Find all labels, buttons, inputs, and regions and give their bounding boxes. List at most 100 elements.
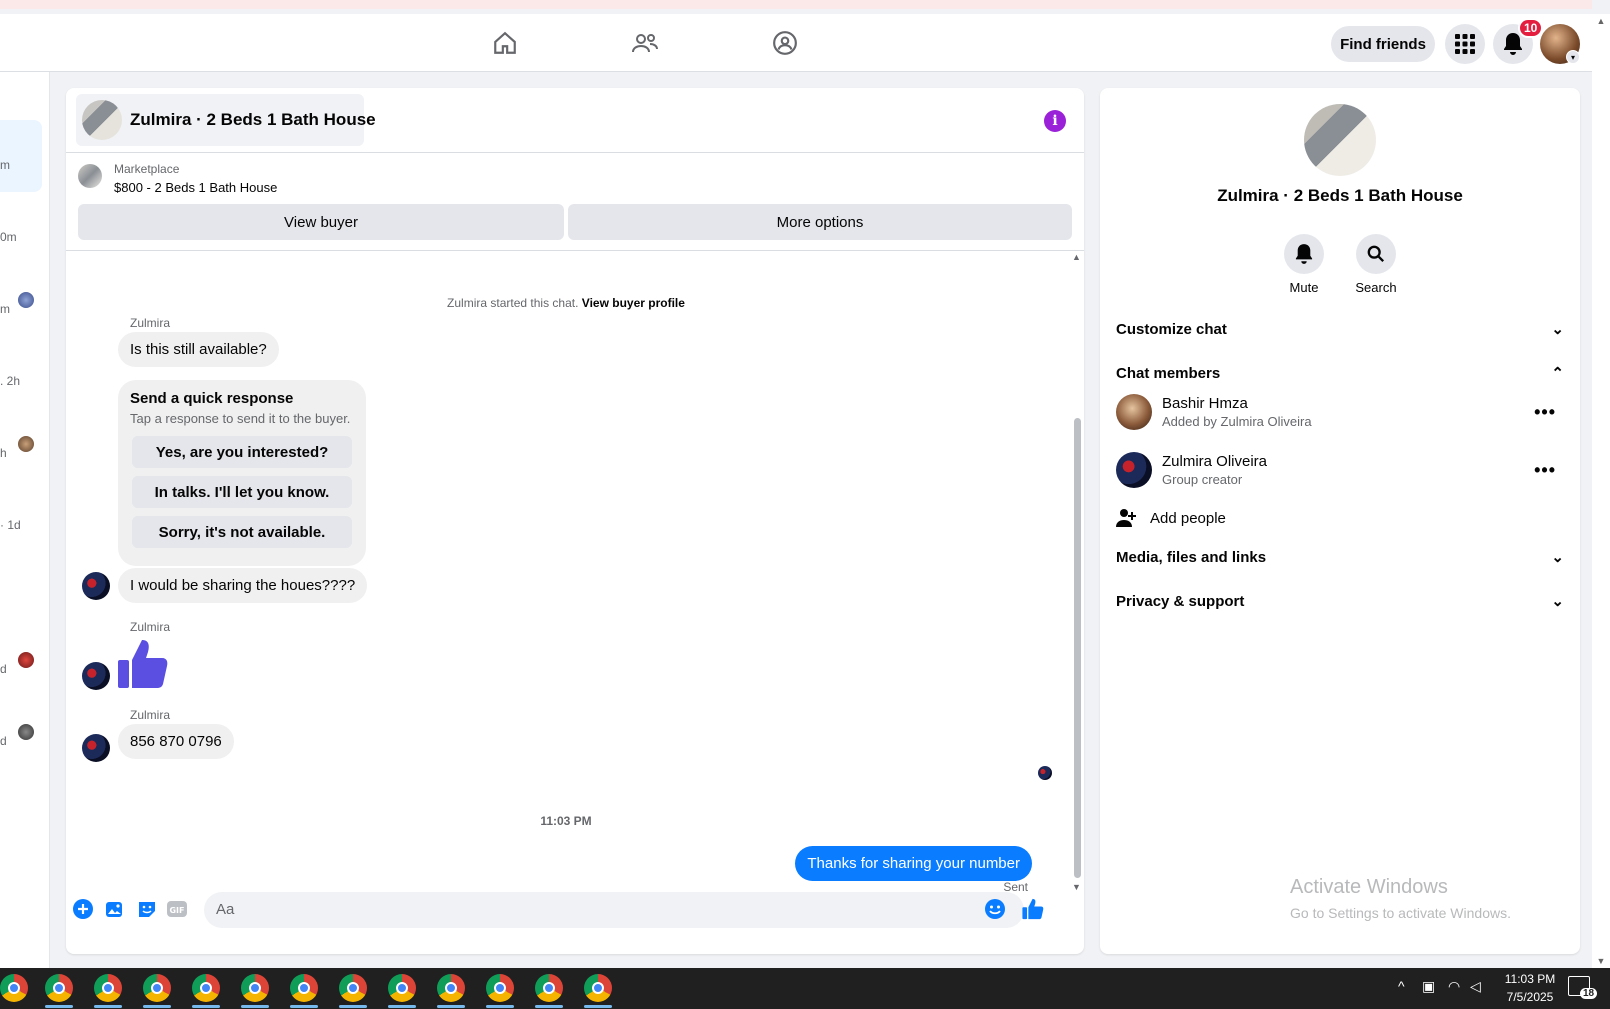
info-title: Zulmira · 2 Beds 1 Bath House: [1217, 186, 1463, 205]
like-send-button[interactable]: [1022, 898, 1044, 920]
scroll-up-arrow[interactable]: ▲: [1592, 16, 1610, 26]
sticker-icon: [139, 902, 155, 917]
view-buyer-button[interactable]: View buyer: [78, 204, 564, 240]
chrome-taskbar-icon[interactable]: [535, 974, 563, 1002]
scrollbar[interactable]: [1074, 418, 1081, 878]
groups-icon: [773, 31, 797, 55]
quick-response-title: Send a quick response: [130, 390, 294, 407]
chrome-taskbar-icon[interactable]: [290, 974, 318, 1002]
listing-title[interactable]: $800 - 2 Beds 1 Bath House: [114, 180, 277, 195]
chrome-taskbar-icon[interactable]: [0, 974, 28, 1002]
chrome-taskbar-icon[interactable]: [94, 974, 122, 1002]
chevron-down-icon: ⌄: [1551, 549, 1564, 566]
friends-tab[interactable]: [580, 14, 710, 72]
find-friends-button[interactable]: Find friends: [1331, 26, 1435, 62]
listing-photo: [1304, 104, 1376, 176]
quick-response-option[interactable]: In talks. I'll let you know.: [132, 476, 352, 508]
watermark-subtitle: Go to Settings to activate Windows.: [1290, 905, 1511, 921]
more-options-icon[interactable]: •••: [1534, 460, 1564, 481]
member-row[interactable]: Bashir Hmza Added by Zulmira Oliveira ••…: [1116, 388, 1564, 436]
message-bubble: Is this still available?: [118, 332, 279, 367]
sent-message-bubble: Thanks for sharing your number: [795, 846, 1032, 881]
chrome-taskbar-icon[interactable]: [143, 974, 171, 1002]
message-input[interactable]: Aa: [204, 892, 1024, 928]
privacy-support-section[interactable]: Privacy & support ⌄: [1116, 592, 1564, 611]
groups-tab[interactable]: [720, 14, 850, 72]
sender-name: Zulmira: [130, 708, 171, 722]
section-label: Customize chat: [1116, 320, 1227, 338]
marketplace-label: Marketplace: [114, 162, 180, 176]
more-options-button[interactable]: More options: [568, 204, 1072, 240]
notification-count: 18: [1580, 988, 1598, 999]
wifi-icon[interactable]: ◠: [1448, 978, 1460, 995]
conversation-time: m: [0, 302, 10, 316]
taskbar-active-indicator: [388, 1005, 416, 1008]
section-label: Privacy & support: [1116, 592, 1245, 610]
quick-response-subtitle: Tap a response to send it to the buyer.: [130, 411, 351, 426]
taskbar-clock[interactable]: 11:03 PM 7/5/2025: [1494, 972, 1566, 1004]
chrome-taskbar-icon[interactable]: [45, 974, 73, 1002]
chat-header-title-button[interactable]: Zulmira · 2 Beds 1 Bath House: [76, 94, 376, 146]
add-person-icon: [1116, 509, 1136, 527]
image-icon: [106, 902, 122, 917]
quick-response-option[interactable]: Yes, are you interested?: [132, 436, 352, 468]
gif-button[interactable]: GIF: [166, 898, 188, 920]
chrome-taskbar-icon[interactable]: [192, 974, 220, 1002]
listing-thumbnail: [78, 164, 102, 188]
taskbar-active-indicator: [143, 1005, 171, 1008]
listing-thumbnail: [82, 100, 122, 140]
friends-icon: [632, 34, 658, 53]
view-buyer-profile-link[interactable]: View buyer profile: [582, 296, 685, 310]
conversation-avatar: [18, 292, 34, 308]
conversation-time: m: [0, 158, 10, 172]
svg-text:GIF: GIF: [169, 906, 184, 915]
clock-date: 7/5/2025: [1506, 990, 1554, 1004]
chrome-taskbar-icon[interactable]: [339, 974, 367, 1002]
add-attachment-button[interactable]: [72, 898, 94, 920]
media-files-section[interactable]: Media, files and links ⌄: [1116, 548, 1564, 567]
system-message: Zulmira started this chat. View buyer pr…: [66, 296, 1066, 310]
menu-button[interactable]: [1445, 24, 1485, 64]
sticker-button[interactable]: [136, 898, 158, 920]
info-icon[interactable]: i: [1044, 110, 1066, 132]
chat-members-section[interactable]: Chat members ⌃: [1116, 364, 1564, 383]
taskbar-active-indicator: [290, 1005, 318, 1008]
conversation-time: . 2h: [0, 374, 21, 388]
message-composer: GIF Aa: [66, 878, 1084, 938]
conversation-time: d: [0, 734, 7, 748]
add-people-button[interactable]: Add people: [1116, 502, 1564, 534]
more-options-icon[interactable]: •••: [1534, 402, 1564, 423]
taskbar-active-indicator: [192, 1005, 220, 1008]
volume-icon[interactable]: ◁: [1470, 978, 1481, 995]
emoji-button[interactable]: [984, 898, 1006, 920]
search-button[interactable]: [1356, 234, 1396, 274]
read-receipt-avatar: [1038, 766, 1052, 780]
customize-chat-section[interactable]: Customize chat ⌄: [1116, 320, 1564, 339]
divider: [66, 152, 1084, 153]
add-people-label: Add people: [1150, 509, 1226, 527]
chrome-taskbar-icon[interactable]: [437, 974, 465, 1002]
thumbs-up-sticker: [118, 638, 168, 695]
mute-button[interactable]: [1284, 234, 1324, 274]
member-name: Bashir Hmza: [1162, 395, 1248, 412]
home-tab[interactable]: [440, 14, 570, 72]
chevron-down-icon: ⌄: [1551, 593, 1564, 610]
member-name: Zulmira Oliveira: [1162, 453, 1268, 470]
chevron-down-icon: ⌄: [1551, 321, 1564, 338]
chevron-up-icon[interactable]: ^: [1398, 978, 1405, 994]
quick-response-option[interactable]: Sorry, it's not available.: [132, 516, 352, 548]
taskbar-active-indicator: [486, 1005, 514, 1008]
meet-now-icon[interactable]: ▣: [1422, 978, 1435, 995]
photo-button[interactable]: [104, 898, 126, 920]
chrome-taskbar-icon[interactable]: [486, 974, 514, 1002]
chrome-taskbar-icon[interactable]: [241, 974, 269, 1002]
chrome-taskbar-icon[interactable]: [388, 974, 416, 1002]
clock-time: 11:03 PM: [1504, 972, 1556, 986]
sender-name: Zulmira: [130, 316, 171, 330]
scroll-down-arrow[interactable]: ▼: [1592, 956, 1610, 966]
page-scrollbar[interactable]: ▲ ▼: [1592, 14, 1610, 968]
selected-conversation[interactable]: [0, 120, 42, 192]
member-row[interactable]: Zulmira Oliveira Group creator •••: [1116, 446, 1564, 494]
scroll-up-arrow[interactable]: ▲: [1072, 252, 1081, 262]
chrome-taskbar-icon[interactable]: [584, 974, 612, 1002]
